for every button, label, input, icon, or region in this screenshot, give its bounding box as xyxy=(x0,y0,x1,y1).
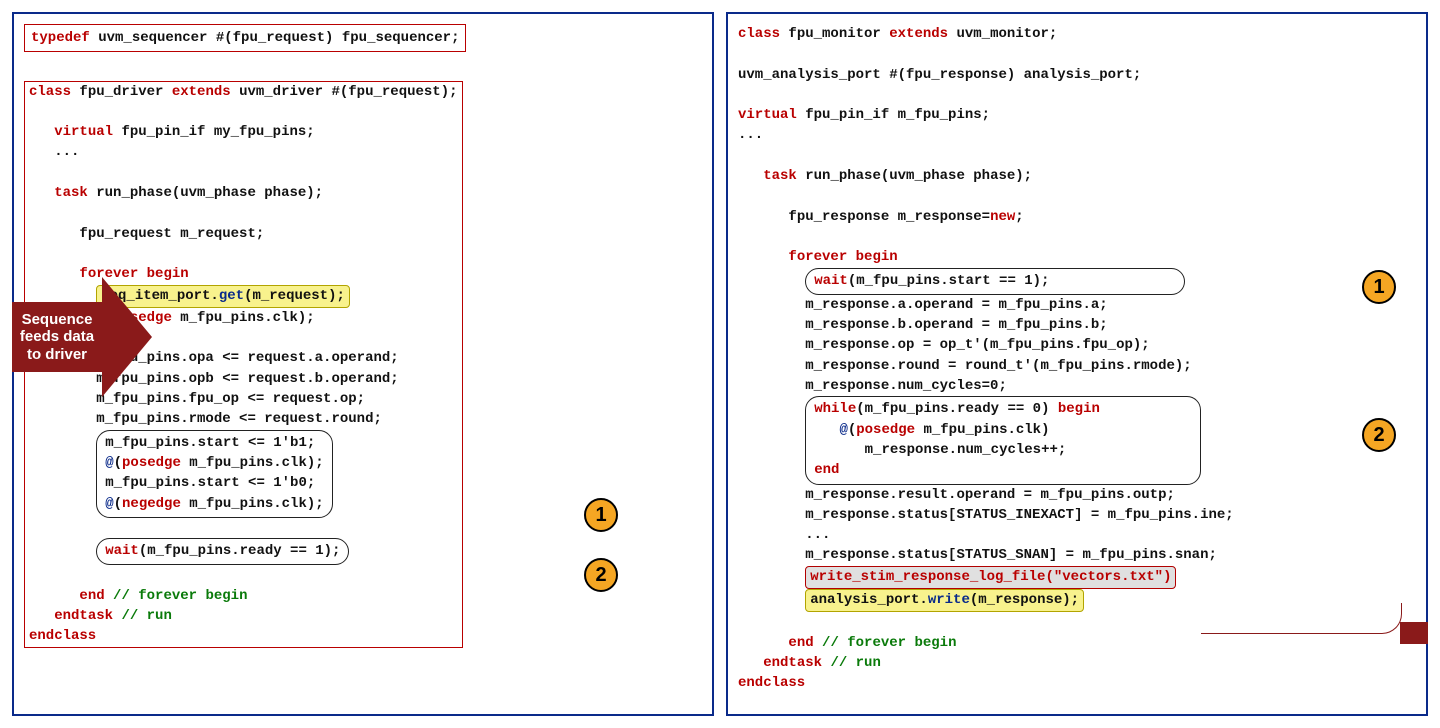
arrow-label: Sequence feeds data to driver xyxy=(12,302,102,372)
arrow-icon xyxy=(102,277,152,397)
monitor-code: class fpu_monitor extends uvm_monitor; u… xyxy=(738,24,1416,694)
callout-circle-1: 1 xyxy=(584,498,618,532)
monitor-panel: 1 2 class fpu_monitor extends uvm_monito… xyxy=(726,12,1428,716)
driver-panel: Sequence feeds data to driver 1 2 typede… xyxy=(12,12,714,716)
callout-circle-2: 2 xyxy=(1362,418,1396,452)
arrow-callout: Sequence feeds data to driver xyxy=(12,272,172,402)
red-tab-icon xyxy=(1400,622,1428,644)
callout-circle-1: 1 xyxy=(1362,270,1396,304)
figure-container: Sequence feeds data to driver 1 2 typede… xyxy=(12,12,1428,716)
callout-circle-2: 2 xyxy=(584,558,618,592)
